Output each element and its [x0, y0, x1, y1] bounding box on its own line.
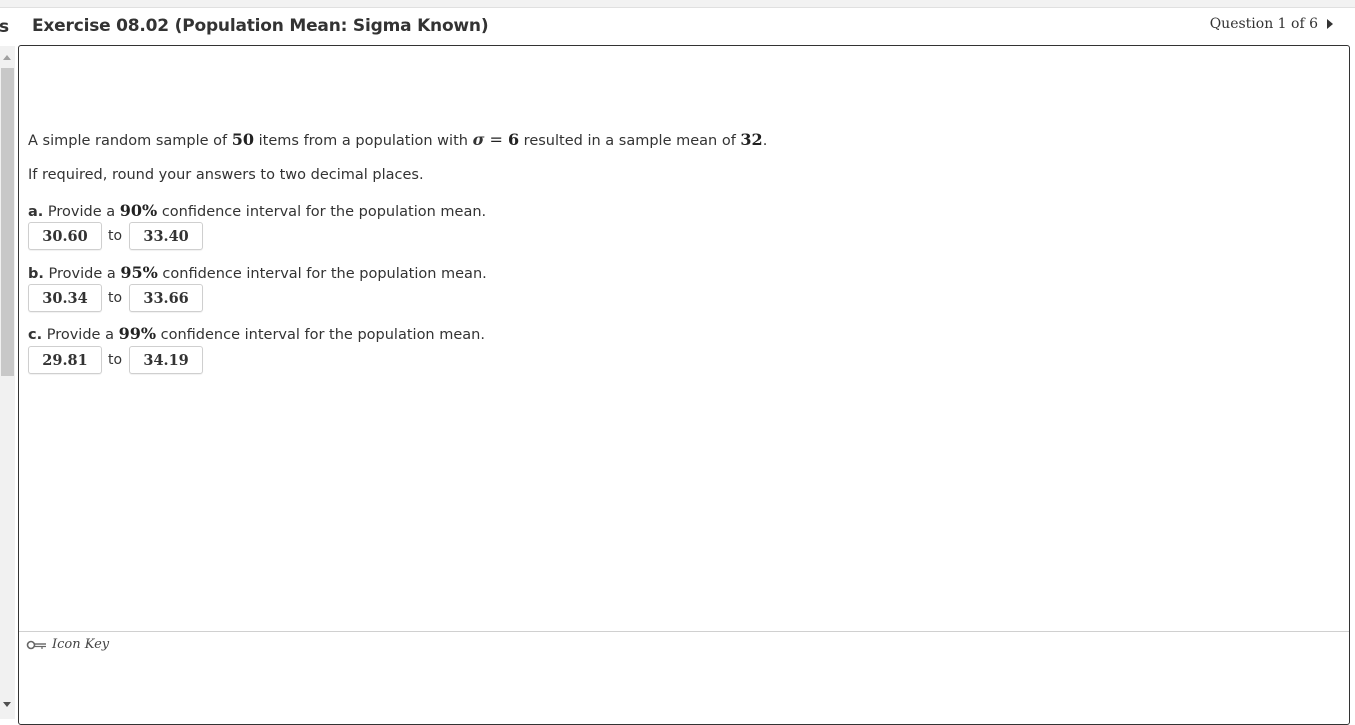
footer-divider [19, 631, 1349, 632]
statement-text: A simple random sample of [28, 133, 232, 149]
question-nav-button[interactable]: Question 1 of 6 [1210, 16, 1333, 32]
part-text: Provide a [42, 327, 119, 343]
icon-key-label: Icon Key [52, 637, 110, 652]
confidence-level: 99% [118, 324, 157, 343]
part-a-answer-row: 30.60 to 33.40 [28, 222, 204, 250]
part-letter: c. [28, 327, 43, 343]
part-text: confidence interval for the population m… [157, 266, 487, 282]
confidence-level: 90% [119, 201, 158, 220]
part-text: confidence interval for the population m… [157, 204, 487, 220]
part-a-prompt: a. Provide a 90% confidence interval for… [28, 201, 486, 220]
part-text: Provide a [43, 266, 121, 282]
sample-size-value: 50 [231, 130, 255, 149]
part-c-prompt: c. Provide a 99% confidence interval for… [28, 324, 485, 343]
confidence-level: 95% [120, 263, 158, 282]
to-label: to [108, 228, 123, 244]
sigma-symbol: σ [472, 130, 485, 149]
part-text: Provide a [43, 204, 120, 220]
next-arrow-icon[interactable] [1327, 19, 1333, 29]
question-content-frame: A simple random sample of 50 items from … [18, 45, 1350, 725]
part-a-lower-input[interactable]: 30.60 [28, 222, 102, 250]
part-text: confidence interval for the population m… [156, 327, 485, 343]
top-strip [0, 0, 1355, 8]
statement-text: . [762, 133, 768, 149]
part-c-lower-input[interactable]: 29.81 [28, 346, 102, 374]
part-letter: a. [28, 204, 44, 220]
part-b-answer-row: 30.34 to 33.66 [28, 284, 204, 312]
part-a-upper-input[interactable]: 33.40 [129, 222, 204, 250]
sample-mean-value: 32 [740, 130, 763, 149]
key-icon [26, 640, 46, 649]
icon-key-link[interactable]: Icon Key [26, 637, 109, 652]
problem-statement: A simple random sample of 50 items from … [28, 130, 767, 149]
statement-text: items from a population with [254, 133, 473, 149]
left-scrollbar[interactable] [0, 46, 15, 719]
exercise-title: Exercise 08.02 (Population Mean: Sigma K… [32, 16, 489, 36]
scrollbar-thumb[interactable] [1, 68, 14, 376]
part-b-upper-input[interactable]: 33.66 [129, 284, 204, 312]
scroll-down-arrow-icon[interactable] [3, 702, 11, 707]
sigma-value: 6 [507, 130, 520, 149]
part-b-lower-input[interactable]: 30.34 [28, 284, 102, 312]
part-b-prompt: b. Provide a 95% confidence interval for… [28, 263, 487, 282]
part-c-answer-row: 29.81 to 34.19 [28, 346, 204, 374]
statement-text: resulted in a sample mean of [519, 133, 741, 149]
to-label: to [108, 290, 123, 306]
scroll-up-arrow-icon[interactable] [3, 55, 11, 60]
left-panel-cut-text: s [0, 17, 10, 37]
part-c-upper-input[interactable]: 34.19 [129, 346, 204, 374]
to-label: to [108, 352, 123, 368]
question-nav-label: Question 1 of 6 [1209, 16, 1318, 32]
part-letter: b. [28, 266, 44, 282]
rounding-note: If required, round your answers to two d… [28, 167, 424, 183]
equals-sign: = [484, 130, 508, 149]
